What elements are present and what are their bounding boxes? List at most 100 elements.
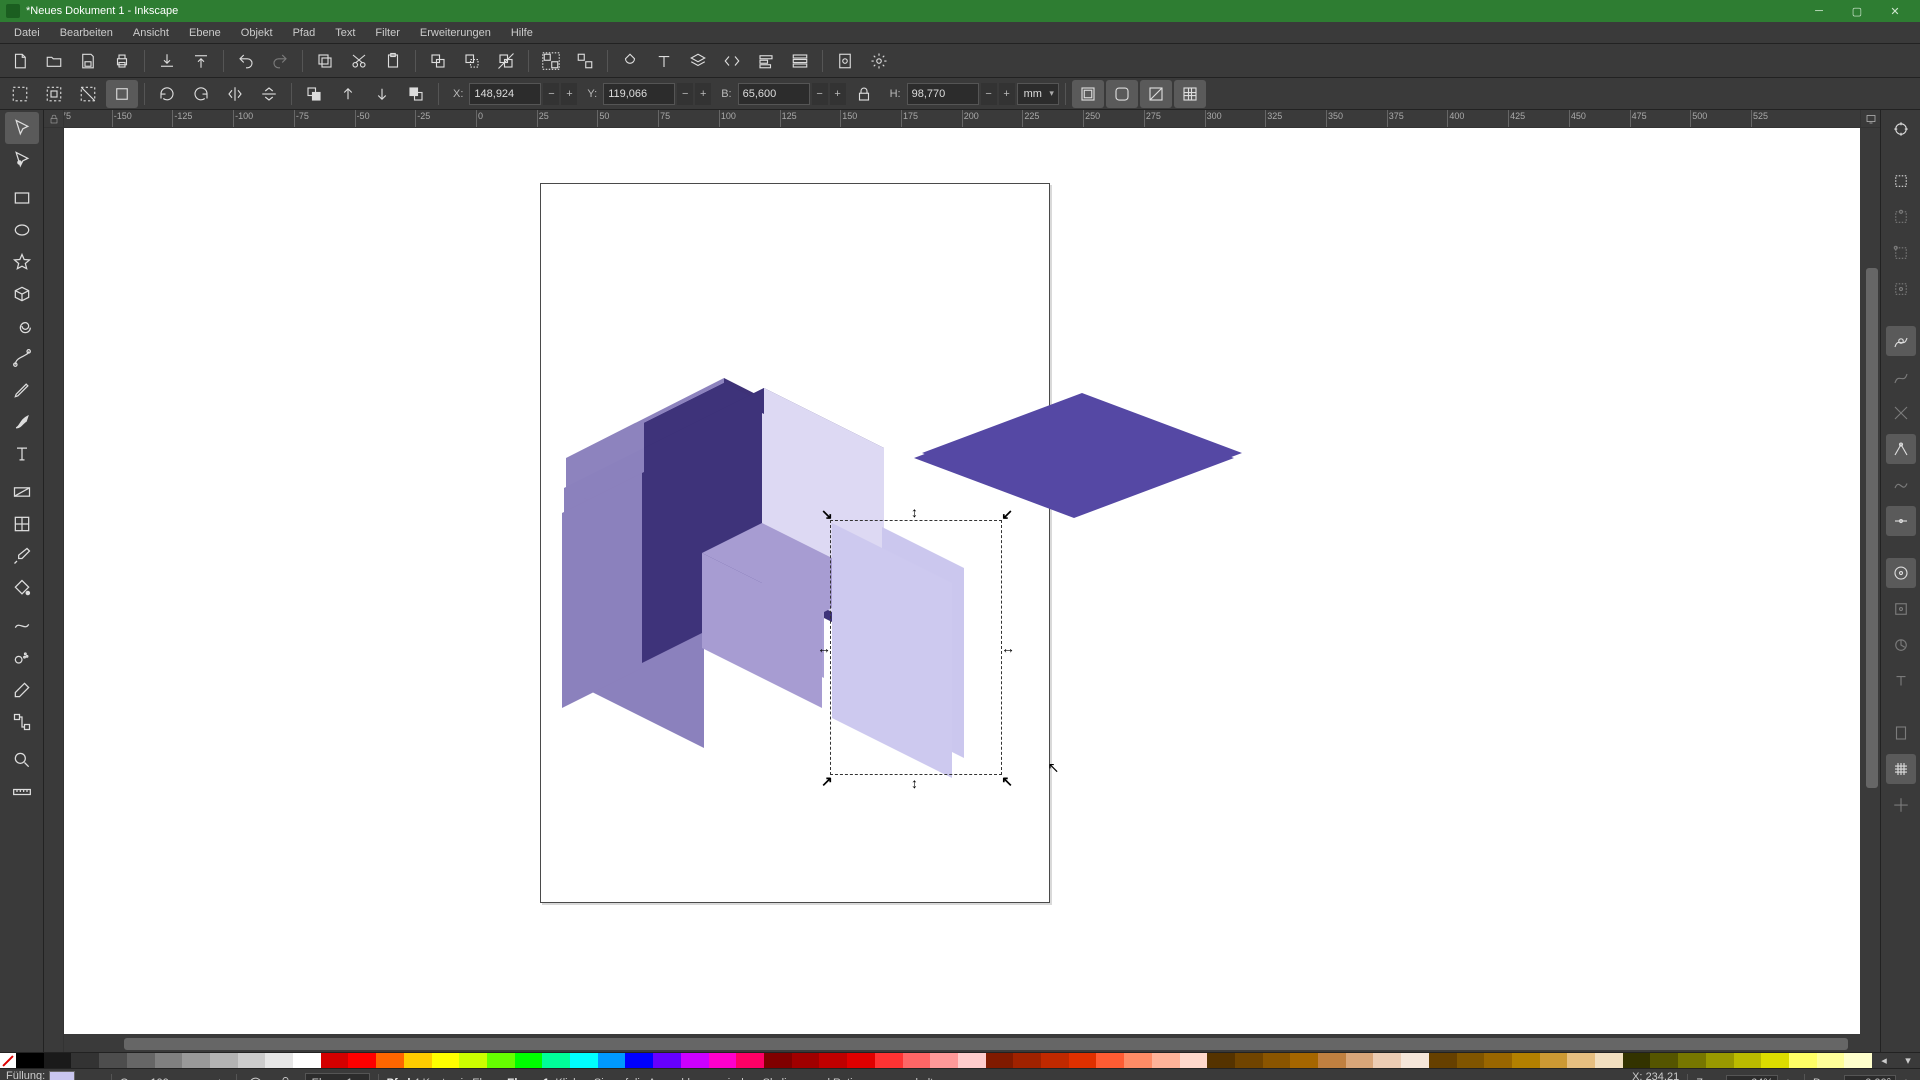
h-increment[interactable]: + [999,83,1015,105]
palette-swatch[interactable] [653,1053,681,1068]
connector-tool[interactable] [5,706,39,738]
palette-swatch[interactable] [1595,1053,1623,1068]
menu-filter[interactable]: Filter [365,25,409,41]
zoom-tool[interactable] [5,744,39,776]
snap-path-toggle[interactable] [1886,362,1916,392]
palette-swatch[interactable] [238,1053,266,1068]
layer-lock-toggle[interactable] [275,1072,297,1080]
opacity-increment[interactable]: + [212,1075,228,1080]
palette-swatch[interactable] [71,1053,99,1068]
unit-selector[interactable]: mm [1017,83,1059,105]
affect-gradient-toggle[interactable] [1140,80,1172,108]
palette-swatch[interactable] [432,1053,460,1068]
import-button[interactable] [151,47,183,75]
palette-swatch[interactable] [542,1053,570,1068]
selection-handle-s[interactable]: ↕ [911,776,918,790]
w-input[interactable] [738,83,810,105]
palette-swatch[interactable] [986,1053,1014,1068]
palette-swatch[interactable] [321,1053,349,1068]
palette-swatch[interactable] [736,1053,764,1068]
snap-cusp-toggle[interactable] [1886,434,1916,464]
palette-swatch[interactable] [265,1053,293,1068]
ellipse-tool[interactable] [5,214,39,246]
rectangle-tool[interactable] [5,182,39,214]
palette-swatch[interactable] [1207,1053,1235,1068]
menu-datei[interactable]: Datei [4,25,50,41]
palette-swatch[interactable] [293,1053,321,1068]
palette-swatch[interactable] [1678,1053,1706,1068]
preferences-button[interactable] [863,47,895,75]
palette-swatch[interactable] [681,1053,709,1068]
palette-swatch[interactable] [1761,1053,1789,1068]
opacity-decrement[interactable]: − [188,1075,204,1080]
palette-menu-button[interactable]: ▾ [1896,1053,1920,1068]
align-dialog-button[interactable] [750,47,782,75]
palette-swatch[interactable] [819,1053,847,1068]
palette-swatch[interactable] [182,1053,210,1068]
lower-button[interactable] [366,80,398,108]
palette-swatch[interactable] [44,1053,72,1068]
dropper-tool[interactable] [5,540,39,572]
palette-swatch[interactable] [210,1053,238,1068]
selection-handle-n[interactable]: ↕ [911,505,918,519]
text-dialog-button[interactable] [648,47,680,75]
palette-swatch[interactable] [625,1053,653,1068]
selection-handle-se[interactable]: ↖ [1001,774,1013,788]
affect-stroke-toggle[interactable] [1072,80,1104,108]
vertical-scrollbar[interactable] [1864,128,1880,1034]
eraser-tool[interactable] [5,674,39,706]
pencil-tool[interactable] [5,374,39,406]
zoom-out-button[interactable]: − [1708,1075,1724,1080]
snap-grid-toggle[interactable] [1886,754,1916,784]
menu-ebene[interactable]: Ebene [179,25,231,41]
fill-swatch[interactable] [49,1071,75,1080]
fill-stroke-indicator[interactable]: Füllung: Kontur:Keine0,529 [6,1071,103,1080]
gradient-tool[interactable] [5,476,39,508]
menu-erweiterungen[interactable]: Erweiterungen [410,25,501,41]
palette-swatch[interactable] [376,1053,404,1068]
palette-swatch[interactable] [598,1053,626,1068]
new-doc-button[interactable] [4,47,36,75]
palette-swatch[interactable] [1844,1053,1872,1068]
rotate-ccw-status-button[interactable]: − [1826,1075,1842,1080]
fill-stroke-dialog-button[interactable] [614,47,646,75]
minimize-button[interactable]: ─ [1800,0,1838,22]
close-button[interactable]: ✕ [1876,0,1914,22]
palette-swatch[interactable] [1512,1053,1540,1068]
palette-swatch[interactable] [487,1053,515,1068]
ruler-lock-button[interactable] [44,110,64,128]
palette-swatch[interactable] [1346,1053,1374,1068]
snap-bbox-corner-toggle[interactable] [1886,238,1916,268]
palette-swatch[interactable] [1069,1053,1097,1068]
x-increment[interactable]: + [561,83,577,105]
star-tool[interactable] [5,246,39,278]
palette-swatch[interactable] [1152,1053,1180,1068]
snap-text-toggle[interactable] [1886,666,1916,696]
palette-swatch[interactable] [764,1053,792,1068]
palette-swatch[interactable] [1373,1053,1401,1068]
palette-swatch[interactable] [1318,1053,1346,1068]
group-button[interactable] [535,47,567,75]
menu-text[interactable]: Text [325,25,365,41]
palette-swatch[interactable] [348,1053,376,1068]
x-decrement[interactable]: − [543,83,559,105]
no-fill-swatch[interactable] [0,1053,16,1068]
doc-properties-button[interactable] [829,47,861,75]
menu-hilfe[interactable]: Hilfe [501,25,543,41]
h-input[interactable] [907,83,979,105]
layer-selector[interactable]: Ebene 1 [305,1073,370,1080]
menu-pfad[interactable]: Pfad [283,25,326,41]
snap-rotation-toggle[interactable] [1886,630,1916,660]
palette-swatch[interactable] [1096,1053,1124,1068]
y-decrement[interactable]: − [677,83,693,105]
snap-bbox-edge-toggle[interactable] [1886,202,1916,232]
copy-button[interactable] [309,47,341,75]
palette-swatch[interactable] [709,1053,737,1068]
rotation-value[interactable]: 0,00° [1844,1075,1896,1080]
spray-tool[interactable] [5,642,39,674]
open-button[interactable] [38,47,70,75]
y-increment[interactable]: + [695,83,711,105]
ungroup-button[interactable] [569,47,601,75]
palette-swatch[interactable] [1124,1053,1152,1068]
zoom-value[interactable]: 64% [1726,1075,1778,1080]
